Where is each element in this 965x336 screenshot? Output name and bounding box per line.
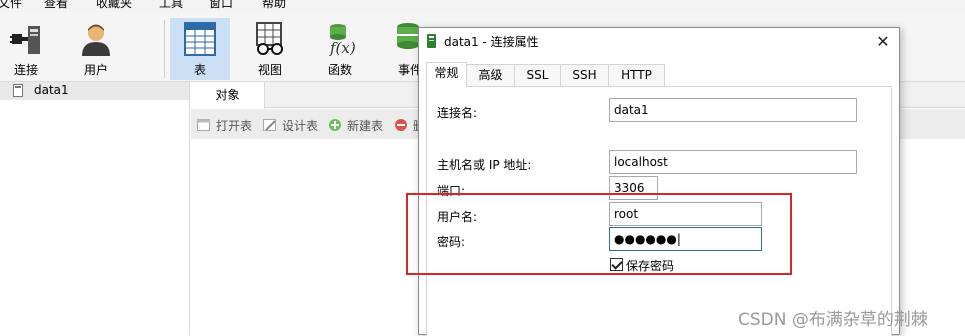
tab-ssl[interactable]: SSL (514, 64, 561, 86)
password-field[interactable]: ●●●●●●| (609, 227, 762, 251)
port-field[interactable] (609, 176, 658, 200)
menu-favorites[interactable]: 收藏夹 (96, 0, 132, 10)
dialog-title: data1 - 连接属性 (444, 35, 539, 49)
svg-text:f(x): f(x) (329, 39, 356, 56)
password-label: 密码: (437, 235, 466, 249)
design-table-icon (263, 119, 276, 131)
nav-connection-item[interactable]: data1 (0, 82, 189, 100)
connection-name-field[interactable] (609, 98, 857, 122)
dialog-title-bar[interactable]: data1 - 连接属性 ✕ (419, 28, 899, 56)
dialog-tabs: 常规 高级 SSL SSH HTTP (419, 62, 899, 87)
menu-window[interactable]: 窗口 (209, 0, 233, 10)
new-table-icon (329, 119, 341, 131)
table-icon (184, 22, 216, 56)
connection-navigator: data1 (0, 82, 190, 335)
open-table-icon (197, 119, 210, 131)
username-field[interactable] (609, 202, 762, 226)
database-connection-icon (13, 84, 23, 97)
view-glasses-icon (256, 22, 283, 55)
new-table-button[interactable]: 新建表 (328, 117, 390, 133)
menu-help[interactable]: 帮助 (262, 0, 286, 10)
menu-tools[interactable]: 工具 (159, 0, 183, 10)
menu-view[interactable]: 查看 (44, 0, 68, 10)
nav-connection-label: data1 (34, 83, 69, 97)
toolbar-function-label: 函数 (327, 63, 352, 77)
design-table-button[interactable]: 设计表 (263, 117, 325, 133)
connection-plug-icon (10, 26, 40, 54)
tab-general[interactable]: 常规 (426, 62, 467, 87)
save-password-checkbox[interactable] (610, 258, 623, 271)
toolbar-separator (164, 20, 165, 78)
general-tab-panel: 连接名: 主机名或 IP 地址: 端口: 用户名: 密码: ●●●●●●| 保存… (426, 86, 892, 336)
user-icon (82, 24, 110, 56)
menu-bar: 文件 查看 收藏夹 工具 窗口 帮助 (0, 0, 965, 12)
save-password-label: 保存密码 (626, 259, 675, 273)
tab-ssh[interactable]: SSH (560, 64, 609, 86)
close-icon[interactable]: ✕ (871, 31, 895, 53)
host-label: 主机名或 IP 地址: (437, 158, 532, 172)
toolbar-view-button[interactable]: 视图 (240, 18, 300, 80)
menu-file[interactable]: 文件 (0, 0, 22, 10)
toolbar-connection-label: 连接 (13, 63, 38, 77)
watermark: CSDN @布满杂草的荆棘 (738, 310, 928, 330)
open-table-button[interactable]: 打开表 (197, 117, 259, 133)
toolbar-function-button[interactable]: f(x) 函数 (310, 18, 370, 80)
toolbar-table-label: 表 (193, 63, 206, 77)
toolbar-table-button[interactable]: 表 (170, 18, 230, 80)
toolbar-view-label: 视图 (257, 63, 282, 77)
toolbar-user-label: 用户 (83, 63, 108, 77)
username-label: 用户名: (437, 210, 478, 224)
connection-properties-dialog: data1 - 连接属性 ✕ 常规 高级 SSL SSH HTTP 连接名: 主… (418, 27, 900, 336)
toolbar-user-button[interactable]: 用户 (66, 18, 126, 80)
toolbar-connection-button[interactable]: 连接 (0, 18, 56, 80)
function-fx-icon: f(x) (329, 24, 356, 56)
port-label: 端口: (437, 184, 466, 198)
connection-name-label: 连接名: (437, 106, 478, 120)
mysql-connection-icon (427, 34, 436, 48)
host-field[interactable] (609, 150, 857, 174)
tab-objects[interactable]: 对象 (191, 82, 265, 109)
tab-http[interactable]: HTTP (608, 64, 665, 86)
tab-advanced[interactable]: 高级 (466, 64, 515, 86)
delete-table-icon (395, 119, 407, 131)
